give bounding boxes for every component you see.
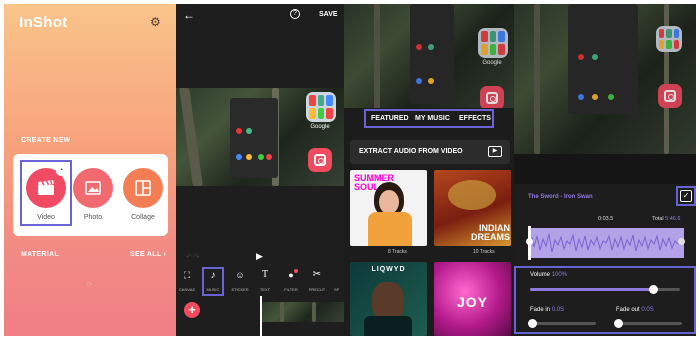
loading-spinner-icon: ⟳ <box>86 280 93 289</box>
filter-new-dot <box>294 269 298 273</box>
total-label: Total <box>652 216 664 222</box>
fade-out-row: Fade out 0.0S <box>616 307 654 313</box>
collage-option[interactable]: Collage <box>123 168 163 232</box>
album1-track-count: 8 Tracks <box>388 249 407 255</box>
text-icon[interactable]: T <box>258 269 272 280</box>
audio-waveform[interactable] <box>528 228 684 258</box>
volume-fill <box>530 288 653 291</box>
singer-face <box>379 190 399 214</box>
collage-label: Collage <box>131 214 155 221</box>
canvas-icon[interactable]: ⛶ <box>180 270 194 281</box>
song-title: The Sword - Iron Swan <box>528 194 593 200</box>
save-button[interactable]: SAVE <box>319 11 338 18</box>
volume-knob[interactable] <box>649 285 658 294</box>
album-indian-dreams-title: INDIAN DREAMS <box>470 223 510 242</box>
music-screen: Google FEATURED MY MUSIC EFFECTS EXTRACT… <box>344 4 514 336</box>
singer-body <box>368 212 412 246</box>
trim-end-knob[interactable] <box>678 238 685 245</box>
extract-audio-label: EXTRACT AUDIO FROM VIDEO <box>359 148 463 155</box>
create-new-card: ◔ Video Photo Collage <box>13 154 168 236</box>
help-icon[interactable]: ? <box>290 9 300 19</box>
toolbar-sticker[interactable]: STICKER <box>229 287 251 292</box>
phone-screenshot <box>230 98 278 178</box>
see-all-link[interactable]: SEE ALL › <box>130 251 166 258</box>
toolbar-text[interactable]: TEXT <box>254 287 276 292</box>
music-highlight <box>202 267 224 296</box>
instagram-camera-icon <box>480 86 504 110</box>
timeline-clip[interactable] <box>262 302 344 322</box>
album-summer-soul[interactable]: SUMMER SOUL <box>350 170 427 246</box>
photo-option[interactable]: Photo <box>73 168 113 232</box>
folder-icon <box>306 92 336 122</box>
extract-audio-button[interactable]: EXTRACT AUDIO FROM VIDEO ▶ <box>350 140 510 164</box>
app-logo: InShot <box>19 14 68 31</box>
undo-icon[interactable]: ↶ ↷ <box>186 253 200 261</box>
back-arrow-icon[interactable]: ← <box>183 8 195 22</box>
fade-in-knob[interactable] <box>528 319 537 328</box>
video-preview-dimmed: Google <box>344 4 514 114</box>
folder-icon <box>656 26 682 52</box>
fade-in-row: Fade in 0.0S <box>530 307 564 313</box>
toolbar-filter[interactable]: FILTER <box>280 287 302 292</box>
toolbar-canvas[interactable]: CANVAS <box>176 287 198 292</box>
volume-value: 100% <box>551 272 568 278</box>
google-folder-label: Google <box>482 60 502 66</box>
fade-in-slider[interactable] <box>528 319 596 328</box>
precut-scissors-icon[interactable]: ✂ <box>310 269 324 280</box>
album-liqwyd[interactable]: LIQWYD <box>350 262 427 336</box>
editor-screen: ← ? SAVE Google ▶ ↶ ↷ ⛶ CANVAS ♪ MUSIC ☺… <box>176 4 344 336</box>
instagram-camera-icon <box>658 84 682 108</box>
toolbar-precut[interactable]: PRECUT <box>306 287 328 292</box>
play-icon[interactable]: ▶ <box>256 251 263 262</box>
fade-out-slider[interactable] <box>614 319 682 328</box>
google-folder-label: Google <box>310 124 330 130</box>
video-preview: Google <box>176 88 344 186</box>
album-joy-title: JOY <box>456 294 488 310</box>
confirm-highlight <box>676 186 696 206</box>
album2-track-count: 10 Tracks <box>473 249 495 255</box>
tabs-highlight <box>364 109 494 128</box>
total-value: 5:46.6 <box>665 216 681 222</box>
volume-slider[interactable] <box>530 285 680 294</box>
instagram-camera-icon <box>308 148 332 172</box>
fade-in-value: 0.0S <box>551 307 565 313</box>
sticker-icon[interactable]: ☺ <box>233 270 247 280</box>
album-indian-dreams[interactable]: INDIAN DREAMS <box>434 170 511 246</box>
folder-icon <box>478 28 508 58</box>
trim-start-knob[interactable] <box>526 238 533 245</box>
settings-gear-icon[interactable]: ⚙ <box>150 15 161 29</box>
fade-out-value: 0.0S <box>641 307 654 313</box>
home-screen: InShot ⚙ CREATE NEW ◔ Video Photo Collag… <box>4 4 176 336</box>
add-clip-button[interactable]: + <box>184 302 200 318</box>
create-new-heading: CREATE NEW <box>21 137 71 144</box>
toolbar-sp[interactable]: SP <box>334 287 344 292</box>
editor-toolbar: ⛶ CANVAS ♪ MUSIC ☺ STICKER T TEXT ● FILT… <box>176 266 344 298</box>
fade-out-label: Fade out <box>616 307 640 313</box>
fade-out-knob[interactable] <box>614 319 623 328</box>
volume-label: Volume <box>530 272 551 278</box>
album-liqwyd-title: LIQWYD <box>371 266 406 273</box>
food-bowl <box>448 180 496 210</box>
current-time: 0:03.5 <box>598 216 614 222</box>
photo-image-icon <box>73 168 113 208</box>
audio-settings-screen: The Sword - Iron Swan ✓ 0:03.5 Total 5:4… <box>514 4 696 336</box>
total-duration: Total 5:46.6 <box>652 216 680 222</box>
video-play-icon: ▶ <box>488 146 502 157</box>
volume-row: Volume 100% <box>530 272 567 278</box>
album-joy[interactable]: JOY <box>434 262 511 336</box>
fade-in-label: Fade in <box>530 307 551 313</box>
see-all-label: SEE ALL <box>130 251 162 258</box>
material-heading: MATERIAL <box>21 251 60 258</box>
collage-grid-icon <box>123 168 163 208</box>
artist-body <box>364 316 412 336</box>
video-preview-dimmed <box>514 4 696 154</box>
